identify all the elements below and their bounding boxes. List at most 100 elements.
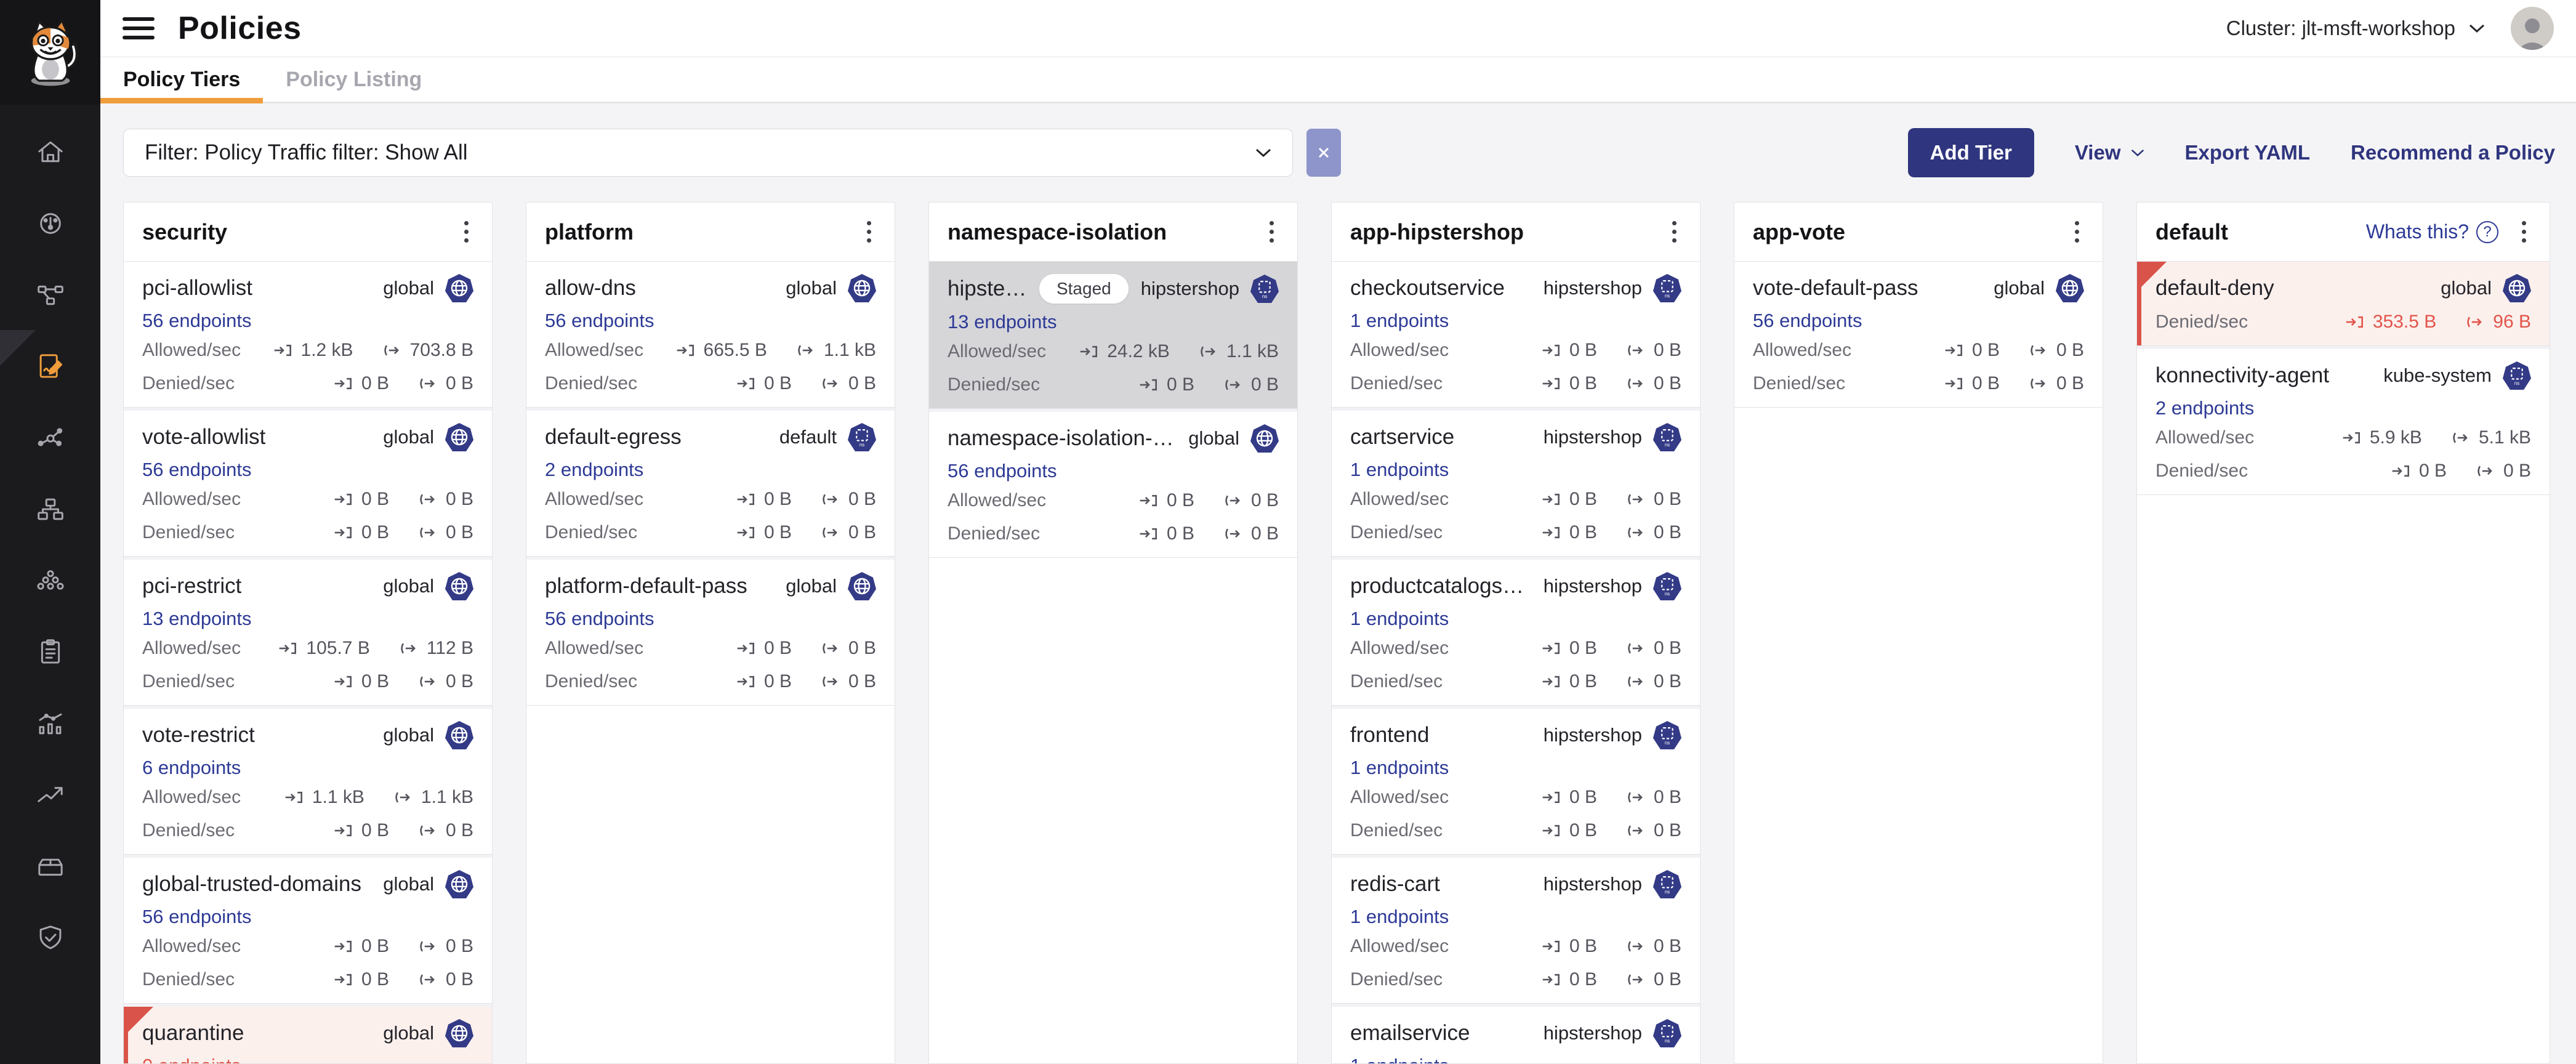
endpoints-link[interactable]: 2 endpoints (2155, 397, 2531, 418)
endpoints-link[interactable]: 56 endpoints (948, 460, 1279, 481)
metric-label: Allowed/sec (142, 787, 241, 808)
egress-arrow-icon (1625, 674, 1646, 690)
sidebar-item-service-graph[interactable] (0, 280, 100, 310)
recommend-policy-button[interactable]: Recommend a Policy (2351, 141, 2555, 164)
ingress-arrow-icon (736, 640, 757, 656)
endpoints-link[interactable]: 6 endpoints (142, 757, 473, 778)
endpoints-link[interactable]: 56 endpoints (1753, 310, 2084, 331)
policy-card-vote-restrict[interactable]: vote-restrictglobal6 endpointsAllowed/se… (124, 706, 492, 855)
egress-arrow-icon (1223, 526, 1244, 542)
ingress-arrow-icon (284, 789, 305, 805)
sidebar-item-flow-visualization[interactable] (0, 422, 100, 453)
whats-this-link[interactable]: Whats this?? (2366, 220, 2498, 243)
endpoints-link[interactable]: 13 endpoints (142, 608, 473, 629)
allowed-metric-row: Allowed/sec0 B0 B (545, 486, 876, 513)
sidebar-item-metrics[interactable] (0, 708, 100, 739)
policy-card-default-egress[interactable]: default-egressdefaultns2 endpointsAllowe… (526, 408, 895, 557)
ingress-value: 0 B (1972, 340, 2000, 361)
tier-menu-icon[interactable] (1265, 216, 1279, 248)
policy-card-pci-restrict[interactable]: pci-restrictglobal13 endpointsAllowed/se… (124, 557, 492, 706)
tier-menu-icon[interactable] (2070, 216, 2084, 248)
sidebar-item-policies[interactable] (0, 351, 100, 382)
policy-card-allow-dns[interactable]: allow-dnsglobal56 endpointsAllowed/sec66… (526, 262, 895, 408)
endpoints-link[interactable]: 1 endpoints (1350, 1055, 1681, 1063)
ingress-arrow-icon (2345, 314, 2365, 330)
global-scope-badge-icon (445, 572, 473, 600)
ingress-metric: 0 B (1541, 787, 1597, 808)
tier-menu-icon[interactable] (1667, 216, 1681, 248)
tab-policy-tiers[interactable]: Policy Tiers (100, 57, 263, 102)
view-menu-button[interactable]: View (2075, 141, 2144, 164)
egress-metric: 0 B (820, 638, 876, 659)
egress-arrow-icon (417, 491, 438, 507)
endpoints-link[interactable]: 2 endpoints (545, 459, 876, 480)
tab-policy-listing[interactable]: Policy Listing (263, 57, 445, 102)
global-scope-badge-icon (848, 274, 876, 302)
endpoints-link[interactable]: 1 endpoints (1350, 459, 1681, 480)
sidebar-item-home[interactable] (0, 137, 100, 167)
policies-icon (35, 351, 66, 382)
metric-label: Denied/sec (142, 820, 235, 841)
ingress-metric: 0 B (333, 489, 389, 510)
policy-card-vote-allowlist[interactable]: vote-allowlistglobal56 endpointsAllowed/… (124, 408, 492, 557)
policy-card-default-deny[interactable]: default-denyglobalDenied/sec353.5 B96 B (2137, 262, 2550, 346)
policy-card-redis-cart[interactable]: redis-carthipstershopns1 endpointsAllowe… (1332, 855, 1700, 1004)
chevron-down-icon (1255, 148, 1271, 158)
policy-card-quarantine[interactable]: quarantineglobal0 endpoints (124, 1004, 492, 1063)
endpoints-link[interactable]: 1 endpoints (1350, 608, 1681, 629)
sidebar-item-trends[interactable] (0, 780, 100, 810)
policy-card-pci-allowlist[interactable]: pci-allowlistglobal56 endpointsAllowed/s… (124, 262, 492, 408)
egress-arrow-icon (2450, 430, 2471, 446)
policy-card-emailservice[interactable]: emailservicehipstershopns1 endpointsAllo… (1332, 1004, 1700, 1063)
sidebar-item-inventory[interactable] (0, 851, 100, 882)
policy-card-vote-default-pass[interactable]: vote-default-passglobal56 endpointsAllow… (1734, 262, 2103, 408)
policy-card-konnectivity-agent[interactable]: konnectivity-agentkube-systemns2 endpoin… (2137, 346, 2550, 495)
policy-card-cartservice[interactable]: cartservicehipstershopns1 endpointsAllow… (1332, 408, 1700, 557)
policy-scope-label: hipstershop (1141, 278, 1239, 300)
policy-filter-select[interactable]: Filter: Policy Traffic filter: Show All (123, 129, 1293, 177)
policy-card-productcatalogservice[interactable]: productcatalogservicehipstershopns1 endp… (1332, 557, 1700, 706)
policy-card-platform-default-pass[interactable]: platform-default-passglobal56 endpointsA… (526, 557, 895, 706)
policy-card-checkoutservice[interactable]: checkoutservicehipstershopns1 endpointsA… (1332, 262, 1700, 408)
policy-card-global-trusted-domains[interactable]: global-trusted-domainsglobal56 endpoints… (124, 855, 492, 1004)
metric-label: Allowed/sec (1350, 638, 1449, 659)
export-yaml-button[interactable]: Export YAML (2185, 141, 2311, 164)
endpoints-link[interactable]: 1 endpoints (1350, 906, 1681, 927)
sidebar-item-network-sets[interactable] (0, 494, 100, 525)
user-avatar[interactable] (2511, 7, 2554, 50)
tier-name: security (142, 219, 227, 245)
policy-card-hipstershop-gh[interactable]: hipstershop-gh…Stagedhipstershopns13 end… (929, 262, 1297, 409)
tier-menu-icon[interactable] (459, 216, 473, 248)
endpoints-link[interactable]: 56 endpoints (142, 906, 473, 927)
sidebar-item-dashboard[interactable] (0, 208, 100, 239)
endpoints-link[interactable]: 56 endpoints (142, 459, 473, 480)
sidebar-item-clusters[interactable] (0, 565, 100, 596)
endpoints-link[interactable]: 1 endpoints (1350, 310, 1681, 331)
policy-card-namespace-isolation-default-p[interactable]: namespace-isolation-default-p…global56 e… (929, 409, 1297, 558)
clear-filter-button[interactable] (1306, 129, 1341, 177)
egress-value: 0 B (446, 820, 473, 841)
ingress-arrow-icon (1138, 377, 1159, 393)
egress-value: 0 B (1654, 638, 1681, 659)
endpoints-link[interactable]: 0 endpoints (142, 1055, 473, 1063)
egress-value: 5.1 kB (2479, 427, 2531, 448)
hamburger-menu-icon[interactable] (123, 17, 155, 39)
sidebar-item-compliance-reports[interactable] (0, 637, 100, 667)
endpoints-link[interactable]: 13 endpoints (948, 311, 1279, 332)
tier-menu-icon[interactable] (862, 216, 876, 248)
denied-metric-row: Denied/sec0 B0 B (545, 519, 876, 546)
metric-label: Denied/sec (545, 522, 637, 543)
ingress-arrow-icon (1944, 342, 1965, 358)
endpoints-link[interactable]: 56 endpoints (545, 608, 876, 629)
add-tier-button[interactable]: Add Tier (1908, 128, 2034, 177)
egress-arrow-icon (417, 972, 438, 988)
cluster-selector[interactable]: Cluster: jlt-msft-workshop (2226, 17, 2485, 40)
policy-card-frontend[interactable]: frontendhipstershopns1 endpointsAllowed/… (1332, 706, 1700, 855)
endpoints-link[interactable]: 56 endpoints (142, 310, 473, 331)
sidebar-item-threat-defense[interactable] (0, 922, 100, 953)
endpoints-link[interactable]: 1 endpoints (1350, 757, 1681, 778)
endpoints-link[interactable]: 56 endpoints (545, 310, 876, 331)
denied-metric-row: Denied/sec0 B0 B (948, 371, 1279, 398)
tier-menu-icon[interactable] (2517, 216, 2531, 248)
calico-cat-logo[interactable] (0, 0, 100, 105)
